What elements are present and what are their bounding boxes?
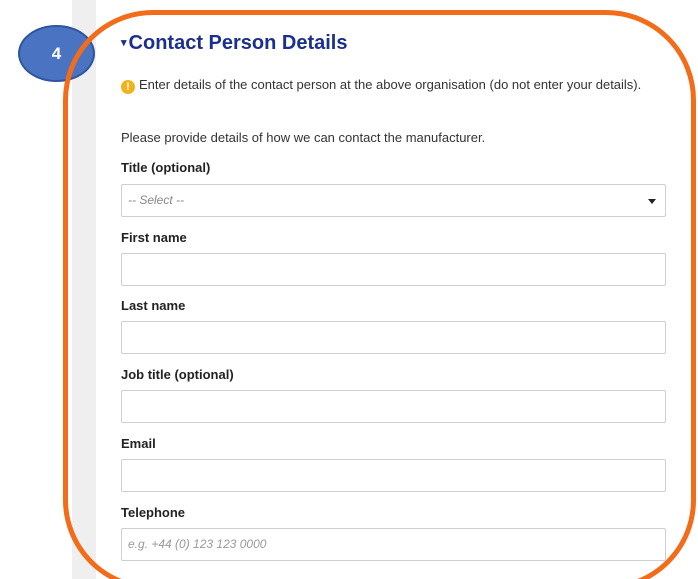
last-name-input[interactable]	[121, 321, 666, 354]
telephone-label: Telephone	[121, 505, 186, 520]
title-label: Title (optional)	[121, 160, 211, 175]
step-number-badge: 4	[18, 25, 95, 82]
left-gutter	[0, 0, 72, 579]
telephone-input[interactable]: e.g. +44 (0) 123 123 0000	[121, 528, 666, 561]
contact-person-form: ▾ Contact Person Details ! Enter details o…	[121, 0, 666, 579]
job-title-input[interactable]	[121, 390, 666, 423]
job-title-label: Job title (optional)	[121, 367, 234, 382]
telephone-placeholder: e.g. +44 (0) 123 123 0000	[128, 537, 267, 551]
info-message-text: Enter details of the contact person at t…	[139, 77, 642, 92]
caret-down-icon	[648, 199, 656, 204]
chevron-down-icon: ▾	[121, 37, 127, 49]
last-name-label: Last name	[121, 298, 186, 313]
side-rail	[72, 0, 96, 579]
section-title: ▾ Contact Person Details	[121, 32, 347, 55]
title-select[interactable]: -- Select --	[121, 184, 666, 217]
section-title-text: Contact Person Details	[128, 32, 348, 54]
first-name-input[interactable]	[121, 253, 666, 286]
step-number: 4	[51, 43, 62, 63]
first-name-label: First name	[121, 230, 187, 245]
warning-icon: !	[121, 80, 135, 94]
email-label: Email	[121, 436, 156, 451]
email-input[interactable]	[121, 459, 666, 492]
title-select-value: -- Select --	[128, 193, 185, 207]
helper-text: Please provide details of how we can con…	[121, 130, 486, 145]
info-message: ! Enter details of the contact person at …	[121, 76, 666, 94]
